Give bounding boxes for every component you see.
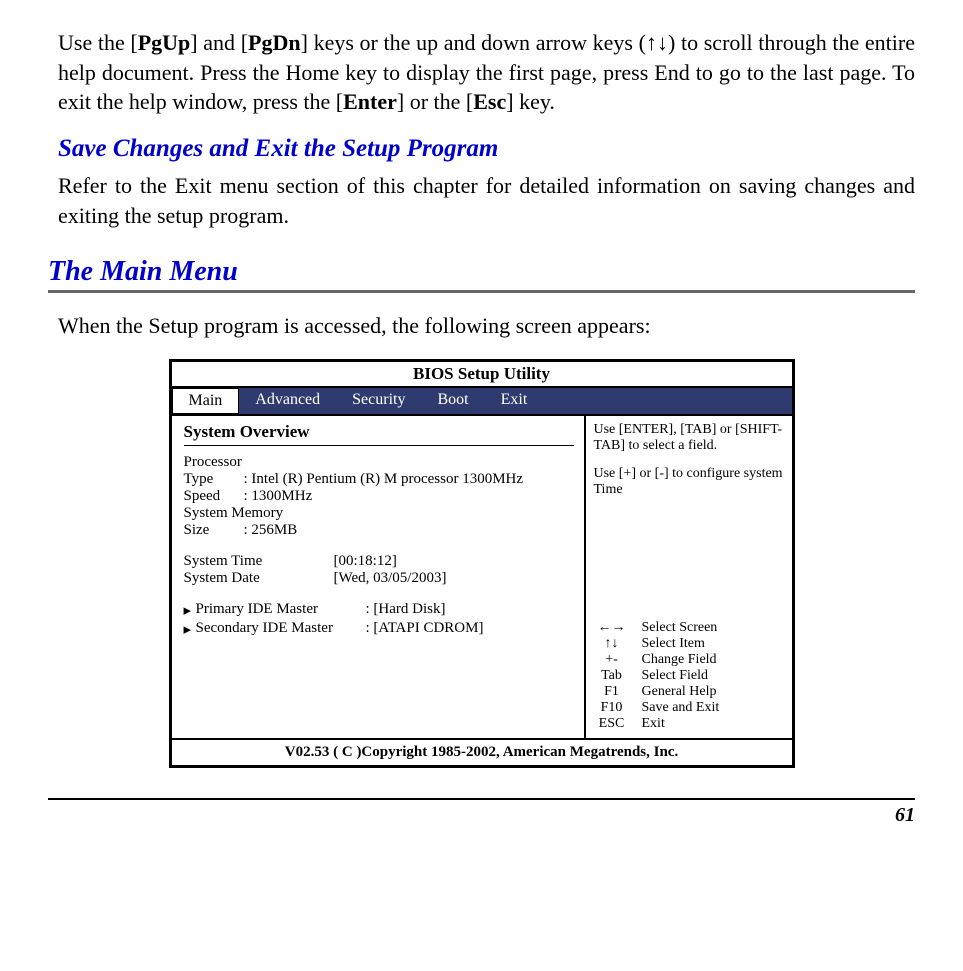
value-primary-ide: [Hard Disk]: [366, 601, 446, 620]
key-icon: +-: [594, 652, 630, 668]
key-enter: Enter: [343, 89, 397, 114]
text-segment: ] and [: [190, 30, 248, 55]
key-row: F1 General Help: [594, 684, 784, 700]
page: Use the [PgUp] and [PgDn] keys or the up…: [0, 0, 963, 847]
key-desc: General Help: [642, 684, 717, 700]
row-system-date: System Date [Wed, 03/05/2003]: [184, 570, 574, 587]
paragraph-setup-accessed: When the Setup program is accessed, the …: [58, 311, 915, 341]
key-desc: Select Item: [642, 636, 705, 652]
value-system-time: [00:18:12]: [334, 553, 397, 570]
value-speed: 1300MHz: [244, 488, 313, 505]
value-size: 256MB: [244, 522, 298, 539]
row-size: Size 256MB: [184, 522, 574, 539]
bios-screenshot: BIOS Setup Utility Main Advanced Securit…: [169, 359, 795, 768]
value-system-date: [Wed, 03/05/2003]: [334, 570, 447, 587]
bios-tab-main: Main: [172, 388, 240, 414]
key-row: Tab Select Field: [594, 668, 784, 684]
system-memory-heading: System Memory: [184, 505, 574, 522]
help-line-2: Use [+] or [-] to configure system Time: [594, 466, 784, 498]
field-help-text: Use [ENTER], [TAB] or [SHIFT-TAB] to sel…: [594, 422, 784, 498]
row-type: Type Intel (R) Pentium (R) M processor 1…: [184, 471, 574, 488]
row-primary-ide: ▸ Primary IDE Master [Hard Disk]: [184, 601, 574, 620]
key-icon: ←→: [594, 620, 630, 636]
system-overview-heading: System Overview: [184, 422, 574, 446]
bios-left-panel: System Overview Processor Type Intel (R)…: [172, 416, 586, 738]
key-desc: Save and Exit: [642, 700, 720, 716]
key-icon: ↑↓: [594, 636, 630, 652]
key-row: ↑↓ Select Item: [594, 636, 784, 652]
page-number: 61: [48, 798, 915, 827]
key-desc: Exit: [642, 716, 665, 732]
bios-tab-boot: Boot: [421, 388, 484, 414]
text-segment: ] or the [: [397, 89, 473, 114]
label-type: Type: [184, 471, 244, 488]
key-row: ESC Exit: [594, 716, 784, 732]
key-icon: Tab: [594, 668, 630, 684]
key-desc: Change Field: [642, 652, 717, 668]
processor-heading: Processor: [184, 454, 574, 471]
label-secondary-ide: Secondary IDE Master: [196, 620, 366, 639]
key-icon: F10: [594, 700, 630, 716]
key-row: F10 Save and Exit: [594, 700, 784, 716]
key-row: ←→ Select Screen: [594, 620, 784, 636]
paragraph-help-keys: Use the [PgUp] and [PgDn] keys or the up…: [58, 28, 915, 117]
label-system-time: System Time: [184, 553, 334, 570]
bios-tab-advanced: Advanced: [239, 388, 336, 414]
key-row: +- Change Field: [594, 652, 784, 668]
text-segment: ] key.: [506, 89, 555, 114]
heading-divider: [48, 290, 915, 293]
key-pgdn: PgDn: [248, 30, 301, 55]
label-size: Size: [184, 522, 244, 539]
key-legend: ←→ Select Screen ↑↓ Select Item +- Change F…: [594, 620, 784, 732]
subheading-save-exit: Save Changes and Exit the Setup Program: [58, 135, 915, 163]
arrow-up-down-icon: ↑↓: [646, 30, 668, 55]
value-type: Intel (R) Pentium (R) M processor 1300MH…: [244, 471, 524, 488]
key-esc: Esc: [473, 89, 506, 114]
bios-title: BIOS Setup Utility: [172, 362, 792, 388]
submenu-arrow-icon: ▸: [184, 601, 196, 620]
bios-footer: V02.53 ( C )Copyright 1985-2002, America…: [172, 738, 792, 765]
label-speed: Speed: [184, 488, 244, 505]
paragraph-refer-exit: Refer to the Exit menu section of this c…: [58, 171, 915, 230]
text-segment: ] keys or the up and down arrow keys (: [301, 30, 646, 55]
bios-body: System Overview Processor Type Intel (R)…: [172, 414, 792, 738]
bios-tab-exit: Exit: [485, 388, 544, 414]
label-system-date: System Date: [184, 570, 334, 587]
row-secondary-ide: ▸ Secondary IDE Master [ATAPI CDROM]: [184, 620, 574, 639]
submenu-arrow-icon: ▸: [184, 620, 196, 639]
key-desc: Select Screen: [642, 620, 718, 636]
row-speed: Speed 1300MHz: [184, 488, 574, 505]
key-desc: Select Field: [642, 668, 709, 684]
value-secondary-ide: [ATAPI CDROM]: [366, 620, 484, 639]
heading-main-menu: The Main Menu: [48, 256, 915, 288]
label-primary-ide: Primary IDE Master: [196, 601, 366, 620]
row-system-time: System Time [00:18:12]: [184, 553, 574, 570]
bios-tab-bar: Main Advanced Security Boot Exit: [172, 388, 792, 414]
key-icon: ESC: [594, 716, 630, 732]
help-line-1: Use [ENTER], [TAB] or [SHIFT-TAB] to sel…: [594, 422, 784, 454]
key-icon: F1: [594, 684, 630, 700]
bios-tab-security: Security: [336, 388, 421, 414]
text-segment: Use the [: [58, 30, 138, 55]
bios-right-panel: Use [ENTER], [TAB] or [SHIFT-TAB] to sel…: [586, 416, 792, 738]
key-pgup: PgUp: [138, 30, 191, 55]
